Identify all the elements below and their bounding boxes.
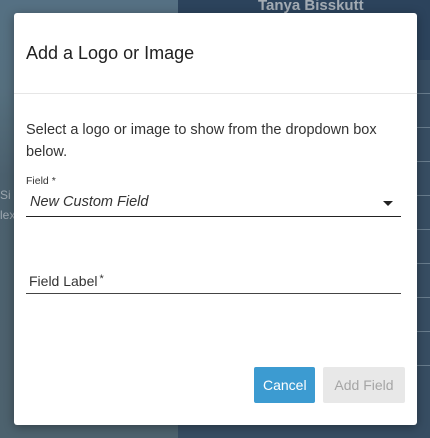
field-select-group: Field * New Custom Field: [26, 175, 403, 217]
field-label-input-label-text: Field Label: [29, 273, 98, 289]
dialog-header: Add a Logo or Image: [14, 13, 417, 94]
field-label-input[interactable]: Field Label *: [26, 263, 401, 294]
field-select-value: New Custom Field: [30, 194, 149, 210]
dialog-description: Select a logo or image to show from the …: [26, 122, 377, 160]
field-select-required-mark: *: [51, 175, 56, 187]
dialog-body: Select a logo or image to show from the …: [14, 94, 417, 294]
caret-down-icon: [383, 201, 393, 206]
field-select-dropdown[interactable]: New Custom Field: [26, 188, 401, 217]
field-label-input-label: Field Label *: [29, 273, 104, 289]
dialog-title: Add a Logo or Image: [26, 42, 195, 63]
field-select-label-text: Field: [26, 175, 49, 187]
field-label-required-mark: *: [99, 273, 104, 285]
dialog-footer: Cancel Add Field: [254, 367, 405, 403]
add-field-button[interactable]: Add Field: [323, 367, 405, 403]
cancel-button[interactable]: Cancel: [254, 367, 315, 403]
add-logo-dialog: Add a Logo or Image Select a logo or ima…: [14, 13, 417, 425]
field-select-label: Field *: [26, 175, 403, 187]
